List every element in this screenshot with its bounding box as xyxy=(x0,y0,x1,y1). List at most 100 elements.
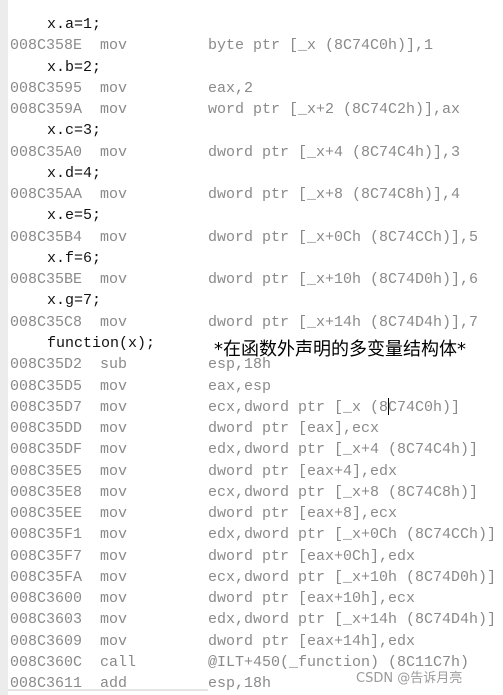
gutter xyxy=(0,0,8,695)
source-line: x.e=5; xyxy=(47,207,102,225)
mnemonic: mov xyxy=(100,377,128,395)
watermark: CSDN @告诉月亮 xyxy=(356,671,463,686)
address: 008C35AA xyxy=(10,186,83,204)
address: 008C35D7 xyxy=(10,398,83,416)
asm-line: 008C3611 add esp,18h xyxy=(10,673,271,694)
asm-line: 008C35C8 mov dword ptr [_x+14h (8C74D4h)],… xyxy=(10,312,478,333)
operands: eax,esp xyxy=(208,377,272,395)
asm-line: 008C360C call @ILT+450(_function) (8C11C7h… xyxy=(10,652,469,673)
operands: ecx,dword ptr [_x+10h (8C74D0h)] xyxy=(208,568,497,586)
operands: esp,18h xyxy=(208,675,272,693)
source-line: x.a=1; xyxy=(47,16,102,33)
operands: edx,dword ptr [_x+0Ch (8C74CCh)] xyxy=(208,526,497,544)
address: 008C3595 xyxy=(10,79,83,97)
address: 008C35D5 xyxy=(10,377,83,395)
mnemonic: mov xyxy=(100,547,128,565)
address: 008C35B4 xyxy=(10,228,83,246)
address: 008C35E5 xyxy=(10,462,83,480)
address: 008C35E8 xyxy=(10,483,83,501)
horizontal-scrollbar[interactable] xyxy=(8,689,208,691)
operands: edx,dword ptr [_x+14h (8C74D4h)] xyxy=(208,611,497,629)
address: 008C3611 xyxy=(10,675,83,693)
address: 008C35F7 xyxy=(10,547,83,565)
operands: eax,2 xyxy=(208,79,254,97)
operands: ecx,dword ptr [_x+8 (8C74C8h)] xyxy=(208,483,479,501)
address: 008C360C xyxy=(10,653,83,671)
mnemonic: mov xyxy=(100,611,128,629)
mnemonic: add xyxy=(100,675,128,693)
mnemonic: mov xyxy=(100,590,128,608)
source-line: x.f=6; xyxy=(47,249,102,267)
asm-line: 008C35E8 mov ecx,dword ptr [_x+8 (8C74C8h)… xyxy=(10,482,478,503)
address: 008C35A0 xyxy=(10,143,83,161)
mnemonic: mov xyxy=(100,79,128,97)
operands: dword ptr [eax+10h],ecx xyxy=(208,590,416,608)
operands: dword ptr [eax],ecx xyxy=(208,420,380,438)
mnemonic: mov xyxy=(100,101,128,119)
operands: dword ptr [eax+0Ch],edx xyxy=(208,547,416,565)
mnemonic: mov xyxy=(100,313,128,331)
asm-line: 008C35D2 sub esp,18h xyxy=(10,354,271,375)
address: 008C358E xyxy=(10,37,83,55)
operands: dword ptr [_x+10h (8C74D0h)],6 xyxy=(208,271,479,289)
asm-line: 008C35A0 mov dword ptr [_x+4 (8C74C4h)],3 xyxy=(10,142,460,163)
asm-line: 008C3609 mov dword ptr [eax+14h],edx xyxy=(10,631,415,652)
operands: dword ptr [_x+8 (8C74C8h)],4 xyxy=(208,186,461,204)
operands: dword ptr [eax+8],ecx xyxy=(208,505,398,523)
mnemonic: mov xyxy=(100,441,128,459)
address: 008C35EE xyxy=(10,505,83,523)
text-caret xyxy=(388,398,389,415)
source-line: x.b=2; xyxy=(47,58,102,76)
mnemonic: sub xyxy=(100,356,128,374)
mnemonic: mov xyxy=(100,143,128,161)
operands: word ptr [_x+2 (8C74C2h)],ax xyxy=(208,101,461,119)
asm-line: 008C358E mov byte ptr [_x (8C74C0h)],1 xyxy=(10,35,433,56)
mnemonic: mov xyxy=(100,37,128,55)
asm-line: 008C35BE mov dword ptr [_x+10h (8C74D0h)],… xyxy=(10,269,478,290)
asm-line: 008C35E5 mov dword ptr [eax+4],edx xyxy=(10,461,397,482)
address: 008C359A xyxy=(10,101,83,119)
asm-line: 008C35B4 mov dword ptr [_x+0Ch (8C74CCh)],… xyxy=(10,227,478,248)
mnemonic: mov xyxy=(100,398,128,416)
annotation-text: *在函数外声明的多变量结构体* xyxy=(214,339,466,360)
operands: dword ptr [eax+4],edx xyxy=(208,462,398,480)
source-line: x.c=3; xyxy=(47,122,102,140)
disassembly-view[interactable]: x.a=1; 008C358E mov byte ptr [_x (8C74C0h)]… xyxy=(10,14,496,695)
mnemonic: mov xyxy=(100,228,128,246)
mnemonic: mov xyxy=(100,462,128,480)
asm-line: 008C35D7 mov ecx,dword ptr [_x (8C74C0h)] xyxy=(10,397,460,418)
mnemonic: mov xyxy=(100,271,128,289)
asm-line: 008C3600 mov dword ptr [eax+10h],ecx xyxy=(10,588,415,609)
asm-line: 008C35AA mov dword ptr [_x+8 (8C74C8h)],4 xyxy=(10,184,460,205)
asm-line: 008C3595 mov eax,2 xyxy=(10,78,253,99)
mnemonic: mov xyxy=(100,186,128,204)
mnemonic: mov xyxy=(100,632,128,650)
source-line: function(x); xyxy=(47,334,156,352)
asm-line: 008C35EE mov dword ptr [eax+8],ecx xyxy=(10,503,397,524)
operands: edx,dword ptr [_x+4 (8C74C4h)] xyxy=(208,441,479,459)
asm-line: 008C35F7 mov dword ptr [eax+0Ch],edx xyxy=(10,546,415,567)
asm-line: 008C35FA mov ecx,dword ptr [_x+10h (8C74D0… xyxy=(10,567,496,588)
operands: ecx,dword ptr [_x (8C74C0h)] xyxy=(208,398,461,416)
asm-line: 008C35D5 mov eax,esp xyxy=(10,376,271,397)
source-line: x.g=7; xyxy=(47,292,102,310)
mnemonic: mov xyxy=(100,568,128,586)
source-line: x.d=4; xyxy=(47,164,102,182)
address: 008C35DD xyxy=(10,420,83,438)
address: 008C35D2 xyxy=(10,356,83,374)
address: 008C3609 xyxy=(10,632,83,650)
operands: byte ptr [_x (8C74C0h)],1 xyxy=(208,37,434,55)
asm-line: 008C35F1 mov edx,dword ptr [_x+0Ch (8C74CC… xyxy=(10,524,496,545)
asm-line: 008C3603 mov edx,dword ptr [_x+14h (8C74D4… xyxy=(10,609,496,630)
address: 008C35F1 xyxy=(10,526,83,544)
mnemonic: mov xyxy=(100,483,128,501)
address: 008C35DF xyxy=(10,441,83,459)
asm-line: 008C35DF mov edx,dword ptr [_x+4 (8C74C4h)… xyxy=(10,439,478,460)
mnemonic: mov xyxy=(100,420,128,438)
asm-line: 008C359A mov word ptr [_x+2 (8C74C2h)],ax xyxy=(10,99,460,120)
operands: dword ptr [_x+4 (8C74C4h)],3 xyxy=(208,143,461,161)
address: 008C3603 xyxy=(10,611,83,629)
operands: dword ptr [eax+14h],edx xyxy=(208,632,416,650)
mnemonic: mov xyxy=(100,505,128,523)
mnemonic: call xyxy=(100,653,137,671)
